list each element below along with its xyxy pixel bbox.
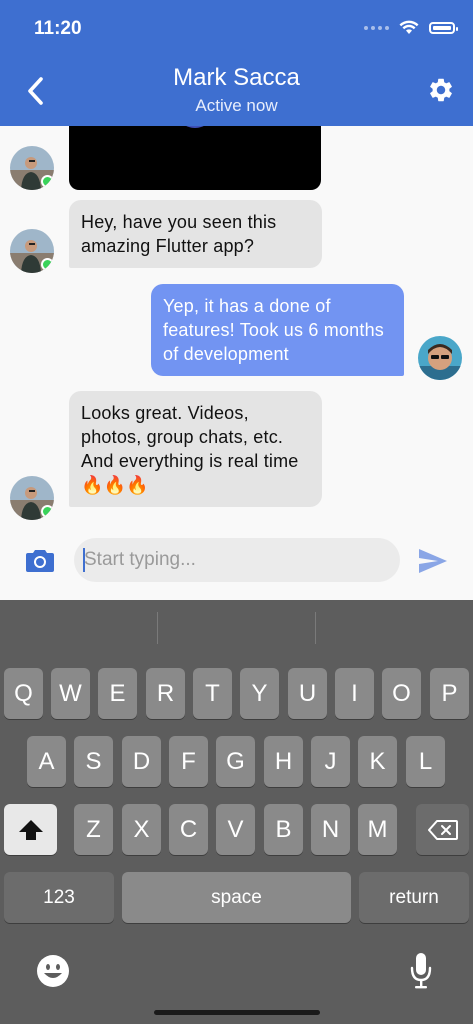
key-s[interactable]: S (74, 736, 113, 787)
key-k[interactable]: K (358, 736, 397, 787)
video-play-icon[interactable] (175, 126, 215, 128)
avatar[interactable] (10, 229, 54, 273)
online-indicator (41, 505, 54, 518)
key-m[interactable]: M (358, 804, 397, 855)
wifi-icon (399, 20, 419, 34)
message-bubble-outgoing[interactable]: Yep, it has a done of features! Took us … (151, 284, 404, 376)
key-q[interactable]: Q (4, 668, 43, 719)
backspace-key[interactable] (416, 804, 469, 855)
key-t[interactable]: T (193, 668, 232, 719)
key-i[interactable]: I (335, 668, 374, 719)
key-r[interactable]: R (146, 668, 185, 719)
app-header: 11:20 Mark Sacca Active now (0, 0, 473, 126)
key-f[interactable]: F (169, 736, 208, 787)
key-y[interactable]: Y (240, 668, 279, 719)
status-time: 11:20 (34, 18, 82, 39)
send-icon[interactable] (418, 548, 448, 574)
avatar[interactable] (10, 476, 54, 520)
message-bubble-incoming[interactable]: Hey, have you seen this amazing Flutter … (69, 200, 322, 268)
home-indicator[interactable] (154, 1010, 320, 1015)
battery-icon (429, 21, 458, 34)
predictive-divider (157, 612, 158, 644)
key-h[interactable]: H (264, 736, 303, 787)
return-key[interactable]: return (359, 872, 469, 923)
avatar[interactable] (418, 336, 462, 380)
key-b[interactable]: B (264, 804, 303, 855)
backspace-icon (427, 819, 458, 840)
camera-icon[interactable] (26, 548, 54, 572)
video-message[interactable] (69, 126, 321, 190)
key-g[interactable]: G (216, 736, 255, 787)
presence-status: Active now (195, 96, 278, 115)
predictive-divider (315, 612, 316, 644)
predictive-text-bar (0, 600, 473, 654)
shift-arrow-icon (18, 819, 43, 840)
key-a[interactable]: A (27, 736, 66, 787)
avatar[interactable] (10, 146, 54, 190)
contact-name: Mark Sacca (173, 64, 300, 91)
message-input[interactable] (74, 538, 400, 582)
numbers-key[interactable]: 123 (4, 872, 114, 923)
online-indicator (41, 258, 54, 271)
key-e[interactable]: E (98, 668, 137, 719)
message-composer (0, 526, 473, 600)
key-o[interactable]: O (382, 668, 421, 719)
key-n[interactable]: N (311, 804, 350, 855)
key-c[interactable]: C (169, 804, 208, 855)
online-indicator (41, 175, 54, 188)
key-v[interactable]: V (216, 804, 255, 855)
space-key[interactable]: space (122, 872, 351, 923)
key-j[interactable]: J (311, 736, 350, 787)
microphone-icon[interactable] (410, 952, 432, 990)
on-screen-keyboard: Q W E R T Y U I O P A S D F G H J K L Z … (0, 600, 473, 1024)
key-p[interactable]: P (430, 668, 469, 719)
status-icons (364, 20, 458, 35)
key-d[interactable]: D (122, 736, 161, 787)
key-w[interactable]: W (51, 668, 90, 719)
emoji-icon[interactable] (36, 954, 70, 988)
my-avatar-image (418, 336, 462, 380)
shift-key[interactable] (4, 804, 57, 855)
signal-icon (364, 25, 389, 30)
key-u[interactable]: U (288, 668, 327, 719)
key-z[interactable]: Z (74, 804, 113, 855)
key-x[interactable]: X (122, 804, 161, 855)
key-l[interactable]: L (406, 736, 445, 787)
text-caret (83, 548, 85, 572)
gear-icon[interactable] (427, 76, 455, 104)
message-bubble-incoming[interactable]: Looks great. Videos, photos, group chats… (69, 391, 322, 507)
